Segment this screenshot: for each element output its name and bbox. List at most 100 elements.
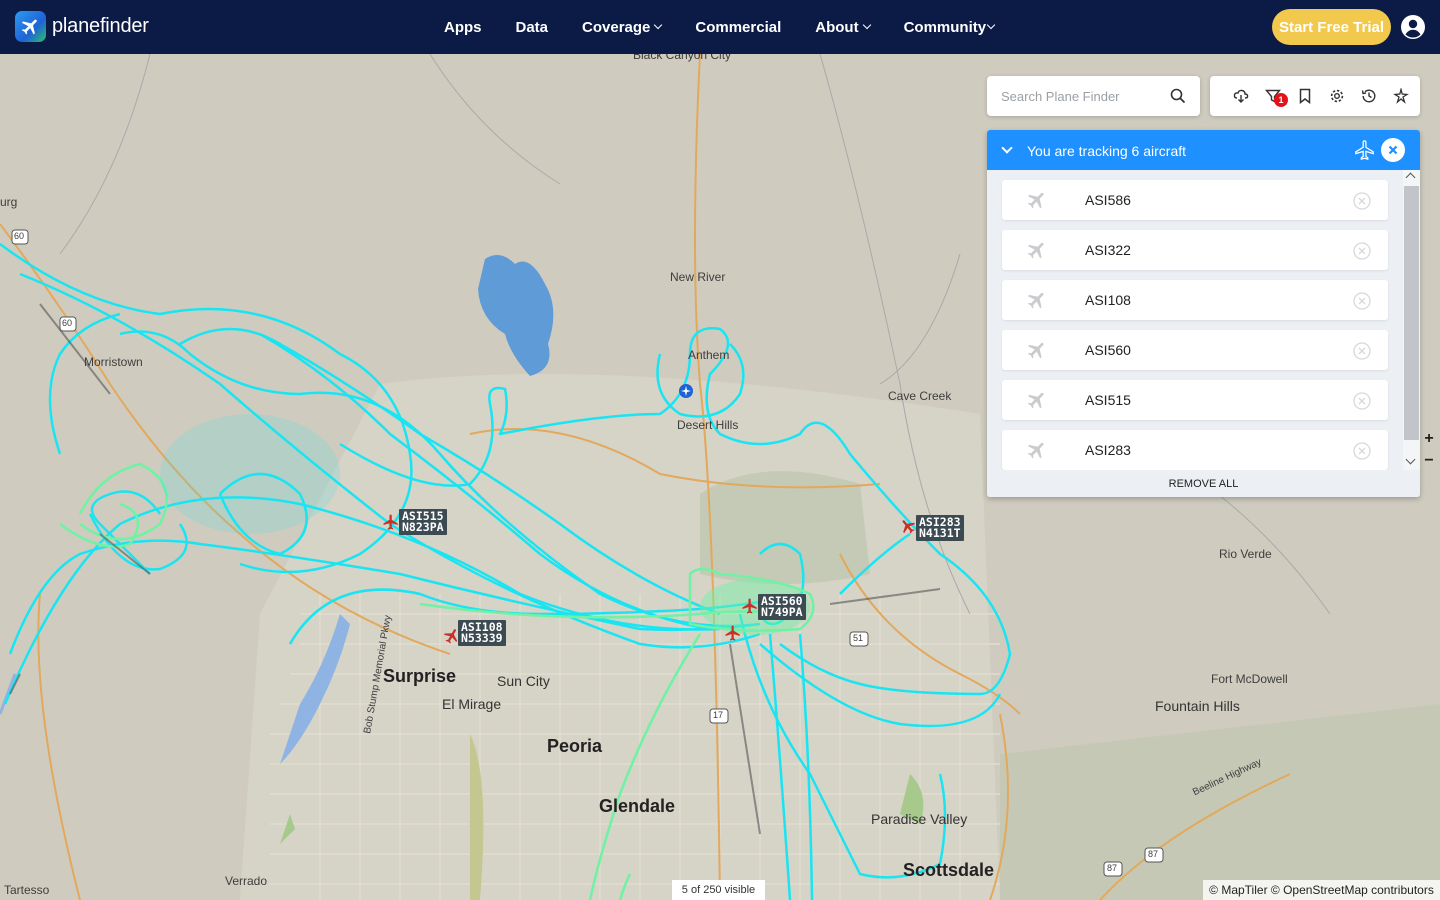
map-toolbar: 1	[1210, 76, 1420, 116]
remove-circle-icon[interactable]	[1353, 392, 1371, 410]
highway-shield: 60	[14, 231, 25, 241]
user-account-icon[interactable]	[1400, 14, 1426, 40]
place-label: Fort McDowell	[1211, 672, 1288, 686]
aircraft-plane-icon[interactable]	[724, 624, 742, 642]
nav-coverage-label: Coverage	[582, 18, 651, 36]
place-label: Black Canyon City	[633, 54, 732, 62]
nav-data-label: Data	[515, 18, 549, 36]
airspace-button[interactable]	[1385, 76, 1417, 116]
nav-community[interactable]: Community	[887, 19, 1012, 36]
close-tracking-button[interactable]	[1381, 138, 1405, 162]
nav-commercial[interactable]: Commercial	[678, 19, 798, 36]
place-label: El Mirage	[442, 696, 502, 712]
planefinder-logo[interactable]: planefinder	[15, 11, 149, 42]
nav-about-label: About	[815, 18, 859, 36]
aircraft-registration: N53339	[461, 631, 503, 645]
aircraft-registration: N749PA	[761, 605, 803, 619]
zoom-in-button[interactable]: +	[1418, 428, 1440, 450]
filter-count-badge: 1	[1274, 93, 1288, 107]
tracking-panel-header[interactable]: You are tracking 6 aircraft	[987, 130, 1420, 170]
aircraft-plane-icon[interactable]	[741, 597, 759, 615]
airspace-icon	[1393, 88, 1409, 104]
remove-circle-icon[interactable]	[1353, 292, 1371, 310]
aircraft-plane-icon[interactable]	[899, 517, 917, 535]
top-nav: planefinder Apps Data Coverage Commercia…	[0, 0, 1440, 54]
aircraft-label[interactable]: ASI515 N823PA	[399, 509, 447, 535]
map-attribution[interactable]: © MapTiler © OpenStreetMap contributors	[1203, 880, 1440, 900]
tracking-scrollbar[interactable]	[1403, 170, 1420, 470]
plane-icon	[1027, 342, 1044, 359]
chevron-down-icon[interactable]	[1001, 142, 1013, 154]
plane-icon	[1027, 192, 1044, 209]
tracked-aircraft-list: ASI586 ASI322 ASI108 ASI560 ASI515 ASI28…	[1002, 180, 1388, 480]
scroll-up-arrow-icon[interactable]	[1405, 172, 1416, 183]
history-icon	[1361, 89, 1376, 103]
nav-apps[interactable]: Apps	[427, 19, 499, 36]
zoom-out-button[interactable]: −	[1418, 450, 1440, 472]
tracking-title: You are tracking 6 aircraft	[1027, 143, 1187, 159]
place-label: Scottsdale	[903, 860, 995, 880]
place-label: Paradise Valley	[871, 811, 968, 827]
tracked-callsign: ASI322	[1085, 242, 1131, 258]
chevron-down-icon	[862, 20, 871, 30]
place-label: Peoria	[547, 736, 603, 756]
scroll-down-arrow-icon[interactable]	[1405, 454, 1416, 465]
place-label: Morristown	[84, 355, 143, 369]
tracked-aircraft-item[interactable]: ASI515	[1002, 380, 1388, 420]
nav-menu: Apps Data Coverage Commercial About Comm…	[427, 0, 1011, 54]
highway-shield: 87	[1148, 849, 1159, 859]
plane-icon	[1027, 242, 1044, 259]
filter-button[interactable]: 1	[1257, 76, 1289, 116]
nav-about[interactable]: About	[798, 19, 886, 36]
start-free-trial-button[interactable]: Start Free Trial	[1272, 9, 1391, 45]
tracked-aircraft-item[interactable]: ASI283	[1002, 430, 1388, 470]
bookmark-button[interactable]	[1289, 76, 1321, 116]
bookmark-icon	[1299, 88, 1311, 104]
zoom-control: + −	[1418, 428, 1440, 472]
highway-shield: 60	[62, 318, 73, 328]
remove-all-button[interactable]: REMOVE ALL	[987, 470, 1420, 497]
aircraft-label[interactable]: ASI108 N53339	[458, 620, 506, 646]
aircraft-registration: N4131T	[919, 526, 961, 540]
chevron-down-icon	[986, 20, 996, 30]
weather-icon	[1233, 89, 1249, 103]
aircraft-plane-icon[interactable]	[382, 513, 400, 531]
remove-circle-icon[interactable]	[1353, 442, 1371, 460]
history-button[interactable]	[1353, 76, 1385, 116]
remove-circle-icon[interactable]	[1353, 342, 1371, 360]
tracked-callsign: ASI283	[1085, 442, 1131, 458]
remove-circle-icon[interactable]	[1353, 192, 1371, 210]
place-label: Anthem	[688, 348, 730, 362]
place-label: Desert Hills	[677, 418, 739, 432]
visible-aircraft-count: 5 of 250 visible	[672, 880, 765, 900]
aircraft-label[interactable]: ASI560 N749PA	[758, 594, 806, 620]
weather-button[interactable]	[1225, 76, 1257, 116]
settings-icon	[1330, 89, 1344, 103]
highway-shield: 51	[853, 633, 864, 643]
logo-plane-icon	[15, 11, 46, 42]
tracked-callsign: ASI108	[1085, 292, 1131, 308]
chevron-down-icon	[654, 20, 663, 30]
close-icon	[1388, 145, 1398, 155]
tracked-aircraft-item[interactable]: ASI322	[1002, 230, 1388, 270]
logo-text-light: plane	[52, 15, 100, 37]
tracked-aircraft-item[interactable]: ASI108	[1002, 280, 1388, 320]
plane-icon	[1027, 442, 1044, 459]
place-label: Glendale	[599, 796, 676, 816]
tracked-aircraft-item[interactable]: ASI560	[1002, 330, 1388, 370]
tracked-aircraft-item[interactable]: ASI586	[1002, 180, 1388, 220]
nav-data[interactable]: Data	[499, 19, 566, 36]
search-input[interactable]	[1001, 88, 1161, 104]
search-icon[interactable]	[1170, 88, 1186, 104]
place-label: Sun City	[497, 673, 550, 689]
airport-icon[interactable]	[678, 383, 694, 399]
aircraft-label[interactable]: ASI283 N4131T	[916, 515, 964, 541]
place-label: Tartesso	[4, 883, 50, 897]
nav-coverage[interactable]: Coverage	[565, 19, 678, 36]
scroll-thumb[interactable]	[1404, 186, 1419, 440]
place-label: Cave Creek	[888, 389, 952, 403]
remove-circle-icon[interactable]	[1353, 242, 1371, 260]
place-label: New River	[670, 270, 726, 284]
settings-button[interactable]	[1321, 76, 1353, 116]
highway-shield: 87	[1107, 863, 1118, 873]
